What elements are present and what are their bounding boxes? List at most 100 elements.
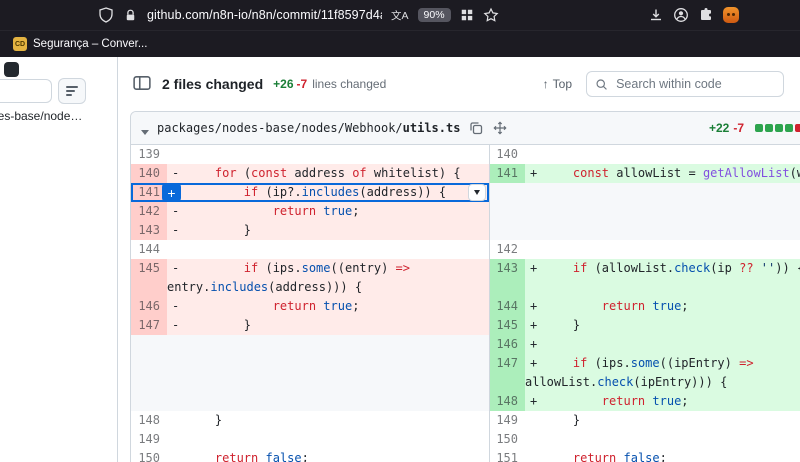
url-text[interactable]: github.com/n8n-io/n8n/commit/11f8597d4ad… — [147, 8, 382, 22]
code-text: if (ip?.includes(address)) { — [186, 185, 446, 199]
line-number[interactable]: 149 — [489, 411, 525, 430]
download-icon[interactable] — [648, 7, 664, 23]
line-number[interactable]: 145 — [131, 259, 167, 297]
diff-sign: - — [167, 221, 186, 240]
line-number[interactable]: 147 — [489, 354, 525, 392]
diff-sign: - — [167, 164, 186, 183]
code-line: return false; — [167, 449, 489, 462]
code-line — [167, 240, 489, 259]
lines-changed-label: lines changed — [312, 77, 386, 91]
code-text: } — [186, 223, 251, 237]
diff-sign — [167, 430, 186, 449]
line-number[interactable]: 148 — [131, 411, 167, 430]
copy-path-button[interactable] — [468, 120, 484, 136]
code-line: + return true; — [525, 392, 800, 411]
browser-toolbar: github.com/n8n-io/n8n/commit/11f8597d4ad… — [0, 0, 800, 30]
copy-icon — [468, 120, 484, 136]
file-tree-item[interactable]: les-base/node… — [0, 109, 82, 123]
account-icon[interactable] — [673, 7, 689, 23]
code-line — [167, 145, 489, 164]
github-logo-icon — [4, 62, 19, 77]
code-text: if (allowList.check(ip ?? '')) { — [544, 261, 800, 275]
grid-icon[interactable] — [460, 8, 474, 22]
line-number[interactable]: 143 — [489, 259, 525, 297]
file-collapse-button[interactable] — [141, 123, 149, 133]
line-number[interactable]: 142 — [131, 202, 167, 221]
browser-window: github.com/n8n-io/n8n/commit/11f8597d4ad… — [0, 0, 800, 462]
code-text: return true; — [544, 394, 689, 408]
line-number[interactable]: 139 — [131, 145, 167, 164]
code-line: } — [525, 411, 800, 430]
line-number[interactable]: 144 — [489, 297, 525, 316]
line-number[interactable]: 146 — [131, 297, 167, 316]
code-text: return true; — [186, 204, 359, 218]
code-line: + const allowList = getAllowList(whiteli… — [525, 164, 800, 183]
line-number[interactable]: 144 — [131, 240, 167, 259]
add-comment-button[interactable]: + — [162, 183, 181, 202]
line-number[interactable]: 151 — [489, 449, 525, 462]
line-number[interactable]: 147 — [131, 316, 167, 335]
code-line — [525, 240, 800, 259]
bookmark-star-icon[interactable] — [483, 7, 499, 23]
line-number-empty — [131, 335, 167, 354]
sidebar-toggle-icon — [133, 74, 151, 92]
line-number[interactable]: 150 — [131, 449, 167, 462]
line-number[interactable]: 150 — [489, 430, 525, 449]
line-number[interactable]: 149 — [131, 430, 167, 449]
line-number[interactable]: 143 — [131, 221, 167, 240]
code-search-input[interactable] — [614, 76, 775, 92]
file-path-name: utils.ts — [403, 121, 461, 135]
bookmark-favicon: CD — [13, 37, 27, 51]
line-number[interactable]: 145 — [489, 316, 525, 335]
diffstat-block — [775, 124, 783, 132]
code-text: } — [544, 413, 580, 427]
line-number[interactable]: 146 — [489, 335, 525, 354]
diffstat-block — [765, 124, 773, 132]
diff-sign — [525, 145, 544, 164]
code-line: + } — [525, 316, 800, 335]
lock-icon[interactable] — [123, 8, 138, 23]
file-path[interactable]: packages/nodes-base/nodes/Webhook/utils.… — [157, 121, 460, 135]
diff-sign — [167, 411, 186, 430]
code-text: return false; — [186, 451, 309, 462]
code-text: for (const address of whitelist) { — [186, 166, 461, 180]
code-line: - return true; — [167, 202, 489, 221]
bookmarks-bar: CD Segurança – Conver... — [0, 30, 800, 57]
file-filter-button[interactable] — [58, 78, 86, 104]
diff-sign: - — [167, 259, 186, 278]
move-file-button[interactable] — [492, 120, 508, 136]
zoom-badge[interactable]: 90% — [418, 8, 451, 23]
code-line: - for (const address of whitelist) { — [167, 164, 489, 183]
bookmark-item[interactable]: CD Segurança – Conver... — [6, 34, 154, 54]
search-icon — [595, 77, 608, 92]
code-text: if (ips.some((entry) => entry.includes(a… — [167, 261, 410, 294]
line-number[interactable]: 140 — [489, 145, 525, 164]
addon-orange-icon[interactable] — [723, 7, 739, 23]
file-additions: +22 — [709, 121, 729, 135]
line-number[interactable]: 140 — [131, 164, 167, 183]
sidebar-toggle-button[interactable] — [130, 73, 154, 95]
code-line — [525, 202, 800, 221]
diff-sign: + — [525, 354, 544, 373]
diff-sign: + — [525, 297, 544, 316]
github-page: les-base/node… 2 files changed +26 -7 li… — [0, 57, 800, 462]
line-options-caret-button[interactable] — [468, 184, 486, 201]
code-line: } — [167, 411, 489, 430]
file-filter-input[interactable] — [0, 79, 52, 103]
line-number[interactable]: 142 — [489, 240, 525, 259]
translate-icon[interactable]: 文A — [391, 8, 409, 23]
code-text: if (ips.some((ipEntry) => allowList.chec… — [525, 356, 754, 389]
diff-sign: + — [525, 316, 544, 335]
extensions-icon[interactable] — [698, 7, 714, 23]
line-number[interactable]: 148 — [489, 392, 525, 411]
code-line — [525, 430, 800, 449]
code-text: return false; — [544, 451, 667, 462]
top-link[interactable]: ↑ Top — [543, 77, 572, 91]
file-path-dirs: packages/nodes-base/nodes/Webhook/ — [157, 121, 403, 135]
diff-sign — [167, 240, 186, 259]
code-line — [525, 221, 800, 240]
diff-sign: - — [167, 297, 186, 316]
line-number[interactable]: 141 — [489, 164, 525, 183]
code-text: } — [186, 318, 251, 332]
shield-icon[interactable] — [98, 7, 114, 23]
